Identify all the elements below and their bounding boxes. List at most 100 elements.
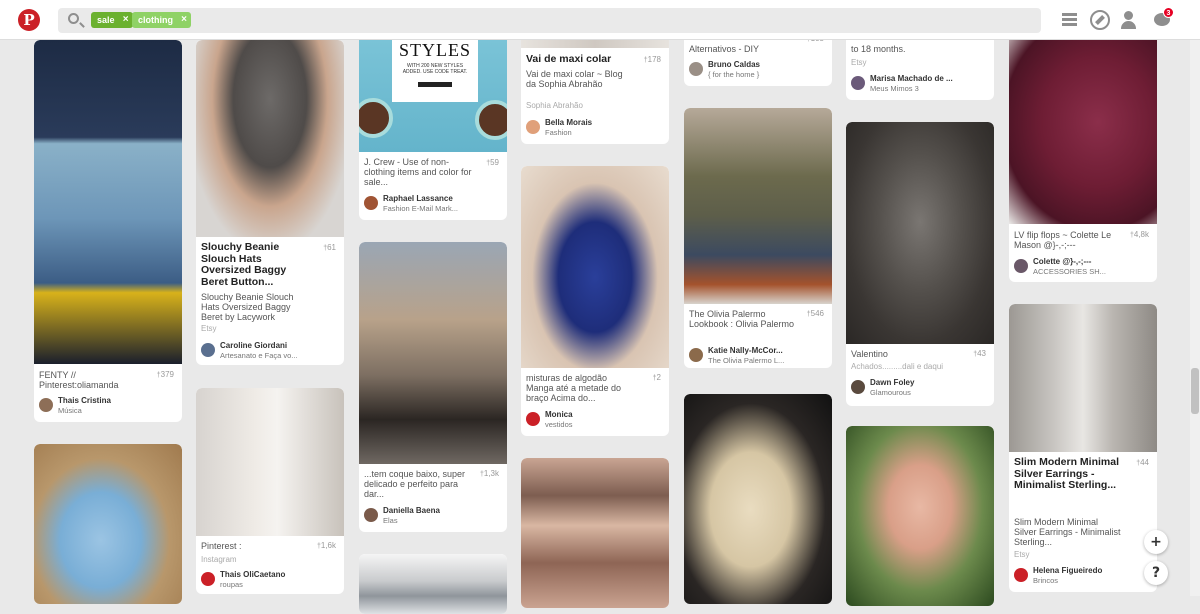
avatar[interactable] bbox=[201, 572, 215, 586]
avatar[interactable] bbox=[364, 196, 378, 210]
pin-image[interactable] bbox=[34, 40, 182, 364]
pin-card[interactable]: LV flip flops ~ Colette Le Mason @}-,-;-… bbox=[1009, 20, 1157, 282]
profile-icon[interactable] bbox=[1119, 10, 1139, 30]
pinner-name[interactable]: Monica bbox=[545, 410, 573, 419]
pin-title: Slouchy Beanie Slouch Hats Oversized Bag… bbox=[201, 241, 287, 288]
pin-card[interactable]: FENTY // Pinterest:oliamanda 379 Thais C… bbox=[34, 40, 182, 422]
repin-count: 1,3k bbox=[480, 469, 499, 478]
pin-card[interactable] bbox=[521, 458, 669, 608]
board-name[interactable]: { for the home } bbox=[708, 70, 759, 79]
avatar[interactable] bbox=[851, 76, 865, 90]
pin-card[interactable]: Pinterest : 1,6k Instagram Thais OliCaet… bbox=[196, 388, 344, 594]
top-bar: P sale × clothing × 3 bbox=[0, 0, 1200, 40]
board-name[interactable]: Brincos bbox=[1033, 576, 1058, 585]
repin-count: 2 bbox=[653, 373, 661, 382]
filter-chip-clothing[interactable]: clothing × bbox=[132, 12, 191, 28]
chip-label: sale bbox=[97, 15, 115, 25]
remove-chip-icon[interactable]: × bbox=[181, 12, 187, 28]
pin-card[interactable]: Slouchy Beanie Slouch Hats Oversized Bag… bbox=[196, 40, 344, 365]
avatar[interactable] bbox=[526, 120, 540, 134]
search-bar[interactable]: sale × clothing × bbox=[58, 8, 1041, 33]
pin-card[interactable]: Valentino 43 Achados.........dali e daqu… bbox=[846, 122, 994, 406]
pinner-name[interactable]: Helena Figueiredo bbox=[1033, 566, 1102, 575]
pin-source[interactable]: Etsy bbox=[201, 324, 217, 333]
avatar[interactable] bbox=[1014, 259, 1028, 273]
board-name[interactable]: ACCESSORIES SH... bbox=[1033, 267, 1106, 276]
pin-source[interactable]: Instagram bbox=[201, 555, 237, 564]
scrollbar-thumb[interactable] bbox=[1191, 368, 1199, 414]
add-pin-button[interactable]: + bbox=[1144, 530, 1168, 554]
repin-count: 4,8k bbox=[1130, 230, 1149, 239]
pin-image[interactable] bbox=[521, 458, 669, 608]
menu-icon[interactable] bbox=[1060, 10, 1080, 30]
board-name[interactable]: Elas bbox=[383, 516, 398, 525]
board-name[interactable]: Fashion E-Mail Mark... bbox=[383, 204, 458, 213]
pin-source[interactable]: Etsy bbox=[851, 58, 867, 67]
repin-count: 43 bbox=[973, 349, 986, 358]
pin-card[interactable] bbox=[359, 554, 507, 614]
pin-card[interactable]: The Olivia Palermo Lookbook : Olivia Pal… bbox=[684, 108, 832, 368]
help-button[interactable]: ? bbox=[1144, 561, 1168, 585]
pin-description: FENTY // Pinterest:oliamanda bbox=[39, 370, 119, 390]
pin-card[interactable]: misturas de algodão Manga até a metade d… bbox=[521, 166, 669, 436]
pin-image[interactable] bbox=[521, 166, 669, 368]
board-name[interactable]: The Olivia Palermo L... bbox=[708, 356, 784, 365]
avatar[interactable] bbox=[526, 412, 540, 426]
pinner-name[interactable]: Bella Morais bbox=[545, 118, 592, 127]
pinner-name[interactable]: Dawn Foley bbox=[870, 378, 914, 387]
pin-card[interactable] bbox=[846, 426, 994, 606]
avatar[interactable] bbox=[851, 380, 865, 394]
pin-image[interactable] bbox=[684, 108, 832, 304]
pinner-name[interactable]: Thais OliCaetano bbox=[220, 570, 285, 579]
scrollbar[interactable] bbox=[1190, 40, 1200, 596]
board-name[interactable]: Meus Mimos 3 bbox=[870, 84, 919, 93]
pinner-name[interactable]: Marisa Machado de ... bbox=[870, 74, 953, 83]
pinner-name[interactable]: Caroline Giordani bbox=[220, 341, 287, 350]
pinner-name[interactable]: Daniella Baena bbox=[383, 506, 440, 515]
pin-image[interactable] bbox=[359, 242, 507, 464]
pinterest-logo-icon[interactable]: P bbox=[18, 9, 40, 31]
pin-image[interactable] bbox=[1009, 20, 1157, 224]
pin-image[interactable] bbox=[34, 444, 182, 604]
pin-image[interactable] bbox=[1009, 304, 1157, 452]
board-name[interactable]: Glamourous bbox=[870, 388, 911, 397]
pin-card[interactable] bbox=[684, 394, 832, 604]
pin-card[interactable] bbox=[34, 444, 182, 604]
pinner-name[interactable]: Bruno Caldas bbox=[708, 60, 760, 69]
remove-chip-icon[interactable]: × bbox=[123, 12, 129, 28]
explore-compass-icon[interactable] bbox=[1090, 10, 1110, 30]
pin-card[interactable]: ...tem coque baixo, super delicado e per… bbox=[359, 242, 507, 532]
pin-image[interactable] bbox=[196, 40, 344, 237]
board-name[interactable]: Fashion bbox=[545, 128, 572, 137]
pin-image[interactable] bbox=[684, 394, 832, 604]
avatar[interactable] bbox=[39, 398, 53, 412]
avatar[interactable] bbox=[689, 62, 703, 76]
board-name[interactable]: vestidos bbox=[545, 420, 573, 429]
avatar[interactable] bbox=[689, 348, 703, 362]
pin-card[interactable]: Slim Modern Minimal Silver Earrings - Mi… bbox=[1009, 304, 1157, 592]
pin-image[interactable] bbox=[846, 122, 994, 344]
pin-image[interactable] bbox=[846, 426, 994, 606]
pin-image[interactable] bbox=[359, 554, 507, 614]
pin-source[interactable]: Sophia Abrahão bbox=[526, 101, 583, 110]
pin-card[interactable]: STYLES WITH 200 NEW STYLES ADDED. USE CO… bbox=[359, 20, 507, 220]
avatar[interactable] bbox=[364, 508, 378, 522]
board-name[interactable]: roupas bbox=[220, 580, 243, 589]
board-name[interactable]: Música bbox=[58, 406, 82, 415]
messages-icon[interactable]: 3 bbox=[1152, 7, 1174, 30]
filter-chip-sale[interactable]: sale × bbox=[91, 12, 133, 28]
pinner-name[interactable]: Thais Cristina bbox=[58, 396, 111, 405]
pin-description: to 18 months. bbox=[851, 44, 906, 54]
pinner-name[interactable]: Colette @}-,-;--- bbox=[1033, 257, 1091, 266]
pinner-name[interactable]: Katie Nally-McCor... bbox=[708, 346, 783, 355]
chip-label: clothing bbox=[138, 15, 173, 25]
avatar[interactable] bbox=[1014, 568, 1028, 582]
pinner-name[interactable]: Raphael Lassance bbox=[383, 194, 453, 203]
pin-source[interactable]: Etsy bbox=[1014, 550, 1030, 559]
repin-count: 44 bbox=[1136, 458, 1149, 467]
pin-image[interactable] bbox=[196, 388, 344, 536]
board-name[interactable]: Artesanato e Faça vo... bbox=[220, 351, 298, 360]
avatar[interactable] bbox=[201, 343, 215, 357]
pin-source[interactable]: Achados.........dali e daqui bbox=[851, 362, 943, 371]
repin-count: 1,6k bbox=[317, 541, 336, 550]
